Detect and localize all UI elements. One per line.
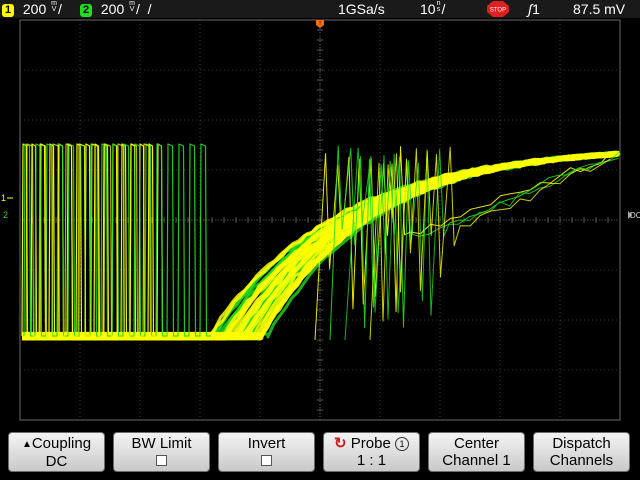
- trigger-source: 1: [532, 1, 540, 17]
- ch1-badge: 1: [2, 4, 14, 17]
- run-state-label: STOP: [490, 8, 506, 14]
- status-bar: 1 200 m V/ 2 200 m V / / 1GSa/s 10n s/ STOP …: [0, 0, 640, 19]
- dispatch-channels-softkey[interactable]: Dispatch Channels: [533, 432, 630, 472]
- ch1-marker-label: 1: [1, 193, 6, 203]
- timebase-value: 10: [420, 1, 436, 17]
- svg-text:T: T: [318, 22, 321, 28]
- probe-ratio: 1 : 1: [356, 452, 387, 469]
- ch1-scale-value: 200: [22, 1, 47, 17]
- ch2-scale-indicator[interactable]: 2 200 m V / /: [80, 0, 152, 17]
- trigger-indicator[interactable]: ʃ1: [528, 1, 540, 17]
- svg-text:DC: DC: [630, 211, 640, 220]
- rotate-knob-icon: ↻: [334, 435, 347, 452]
- timebase-indicator[interactable]: 10n s/: [420, 0, 445, 17]
- trigger-level: 87.5 mV: [573, 1, 626, 17]
- ch2-scale-unit: mV: [129, 0, 135, 13]
- sample-rate: 1GSa/s: [338, 1, 385, 17]
- center-channel-softkey[interactable]: Center Channel 1: [428, 432, 525, 472]
- probe-badge-icon: 1: [394, 437, 409, 451]
- ch1-scale-unit: mV: [51, 0, 57, 13]
- dc-marker: DC: [628, 211, 640, 220]
- ch2-scale-value: 200: [100, 1, 125, 17]
- waveform-display[interactable]: T 1 2 DC: [0, 18, 640, 423]
- ch2-ground-marker[interactable]: 2: [3, 210, 8, 220]
- bw-limit-softkey[interactable]: BW Limit: [113, 432, 210, 472]
- ch2-marker-label: 2: [3, 210, 8, 220]
- ch1-scale-indicator[interactable]: 1 200 m V /: [2, 0, 62, 17]
- softkey-bar: ▲Coupling DC BW Limit Invert ↻ Probe 1 1…: [0, 423, 640, 480]
- ch2-badge: 2: [80, 4, 92, 17]
- timebase-unit: ns: [436, 0, 441, 13]
- invert-checkbox[interactable]: [261, 455, 272, 466]
- probe-softkey[interactable]: ↻ Probe 1 1 : 1: [323, 432, 420, 472]
- coupling-value: DC: [45, 453, 68, 470]
- stop-icon[interactable]: STOP: [487, 1, 509, 17]
- invert-softkey[interactable]: Invert: [218, 432, 315, 472]
- menu-up-icon: ▲: [21, 439, 32, 450]
- bw-limit-checkbox[interactable]: [156, 455, 167, 466]
- coupling-softkey[interactable]: ▲Coupling DC: [8, 432, 105, 472]
